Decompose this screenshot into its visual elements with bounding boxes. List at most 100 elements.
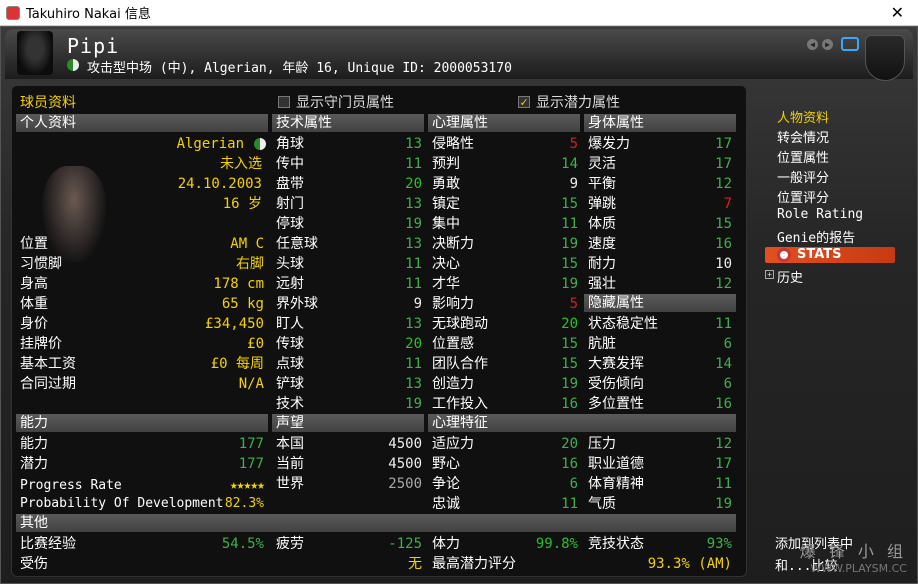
attr-row: 影响力 5 [432,296,578,312]
attr-row: 盘带 20 [276,176,422,192]
gk-toggle-label: 显示守门员属性 [296,95,394,111]
stats-button[interactable]: STATS [765,247,895,263]
nationality-value: Algerian [176,136,244,152]
section-mental: 心理属性 [428,114,580,132]
potential-attributes-toggle[interactable]: ✓ 显示潜力属性 [518,92,620,112]
potential-toggle-label: 显示潜力属性 [536,95,620,111]
app-icon [6,5,20,20]
nav-item-history[interactable]: 历史 [777,267,803,286]
avatar [17,31,53,75]
nav-item-general-rating[interactable]: 一般评分 [777,167,829,186]
reputation-row: 当前 4500 [276,456,422,472]
attr-row: 传中 11 [276,156,422,172]
checkbox-checked-icon[interactable]: ✓ [518,96,530,108]
section-ability: 能力 [16,414,268,432]
attr-row: 勇敢 9 [432,176,578,192]
attr-row: 任意球 13 [276,236,422,252]
age-value: 16 岁 [222,196,262,212]
expand-icon[interactable]: + [765,270,774,279]
attr-row: 无球跑动 20 [432,316,578,332]
attr-row: 集中 11 [432,216,578,232]
info-row: 位置 AM C [20,236,264,252]
attr-row: 头球 11 [276,256,422,272]
info-row: 习惯脚 右脚 [20,256,264,272]
window-title: Takuhiro Nakai 信息 [26,7,151,22]
attr-row: 盯人 13 [276,316,422,332]
next-icon[interactable]: ▶ [822,39,833,50]
dob-value: 24.10.2003 [177,176,262,192]
attr-row: 角球 13 [276,136,422,152]
attr-row: 决断力 19 [432,236,578,252]
flag-icon [67,59,79,71]
stats-label: STATS [797,247,842,262]
info-row: 基本工资 £0 每周 [20,356,264,372]
attr-row: 铲球 13 [276,376,422,392]
injury-value-row: 无 [408,556,422,572]
info-row: 体重 65 kg [20,296,264,312]
attr-row: 才华 19 [432,276,578,292]
attr-row: 射门 13 [276,196,422,212]
attr-row: 镇定 15 [432,196,578,212]
attr-row: 技术 19 [276,396,422,412]
nav-item-role-rating[interactable]: Role Rating [777,207,863,222]
player-window: Pipi 攻击型中场 (中), Algerian, 年龄 16, Unique … [0,26,918,584]
attr-row: 创造力 19 [432,376,578,392]
attr-row: 远射 11 [276,276,422,292]
prev-icon[interactable]: ◀ [807,39,818,50]
nav-item-position-rating[interactable]: 位置评分 [777,187,829,206]
trait-row: 忠诚 11 [432,496,578,512]
section-reputation: 声望 [272,414,424,432]
stats-logo-icon [777,248,791,262]
attr-row: 大赛发挥 14 [588,356,732,372]
attr-row: 强壮 12 [588,276,732,292]
attr-row: 弹跳 7 [588,196,732,212]
star-rating-icon: ★★★★★ [229,478,265,493]
checkbox-icon[interactable] [278,96,290,108]
trait-row: 压力 12 [588,436,732,452]
attr-row: 停球 19 [276,216,422,232]
close-icon[interactable]: ✕ [891,3,904,22]
trait-row: 野心 16 [432,456,578,472]
section-technical: 技术属性 [272,114,424,132]
player-subtitle: 攻击型中场 (中), Algerian, 年龄 16, Unique ID: 2… [87,61,512,76]
window-titlebar: Takuhiro Nakai 信息 ✕ [0,0,918,26]
player-profile-panel: 球员资料 显示守门员属性 ✓ 显示潜力属性 个人资料 Algerian 未入选 … [11,85,747,577]
attr-row: 决心 15 [432,256,578,272]
section-physical: 身体属性 [584,114,736,132]
nav-item-transfer[interactable]: 转会情况 [777,127,829,146]
trait-row: 职业道德 17 [588,456,732,472]
max-potential-row: 最高潜力评分 93.3% (AM) [432,556,732,572]
ability-row: 能力 177 [20,436,264,452]
watermark: 爆 锋 小 组 WWW.PLAYSM.CC [799,542,907,575]
info-row: 挂牌价 £0 [20,336,264,352]
trait-row: 适应力 20 [432,436,578,452]
condition-row: 竞技状态 93% [588,536,732,552]
reputation-row: 本国 4500 [276,436,422,452]
fatigue-row: 疲劳 -125 [276,536,422,552]
attr-row: 预判 14 [432,156,578,172]
nav-item-genie-report[interactable]: Genie的报告 [777,227,855,246]
reputation-row: 世界 2500 [276,476,422,492]
panel-title: 球员资料 [20,95,76,111]
attr-row: 肮脏 6 [588,336,732,352]
attr-row: 受伤倾向 6 [588,376,732,392]
attr-row: 工作投入 16 [432,396,578,412]
info-row: 身价 £34,450 [20,316,264,332]
nav-item-profile[interactable]: 人物资料 [777,107,829,126]
camera-icon[interactable] [841,37,859,51]
attr-row: 速度 16 [588,236,732,252]
nav-item-positions[interactable]: 位置属性 [777,147,829,166]
trait-row: 争论 6 [432,476,578,492]
attr-row: 点球 11 [276,356,422,372]
attr-row: 侵略性 5 [432,136,578,152]
attr-row: 耐力 10 [588,256,732,272]
progress-rate-row: Progress Rate ★★★★★ [20,476,265,496]
player-name: Pipi [67,34,120,58]
trait-row: 气质 19 [588,496,732,512]
trait-row: 体育精神 11 [588,476,732,492]
gk-attributes-toggle[interactable]: 显示守门员属性 [278,92,394,112]
attr-row: 团队合作 15 [432,356,578,372]
injury-row: 受伤 [20,556,48,572]
club-badge [865,35,905,81]
section-personal: 个人资料 [16,114,268,132]
